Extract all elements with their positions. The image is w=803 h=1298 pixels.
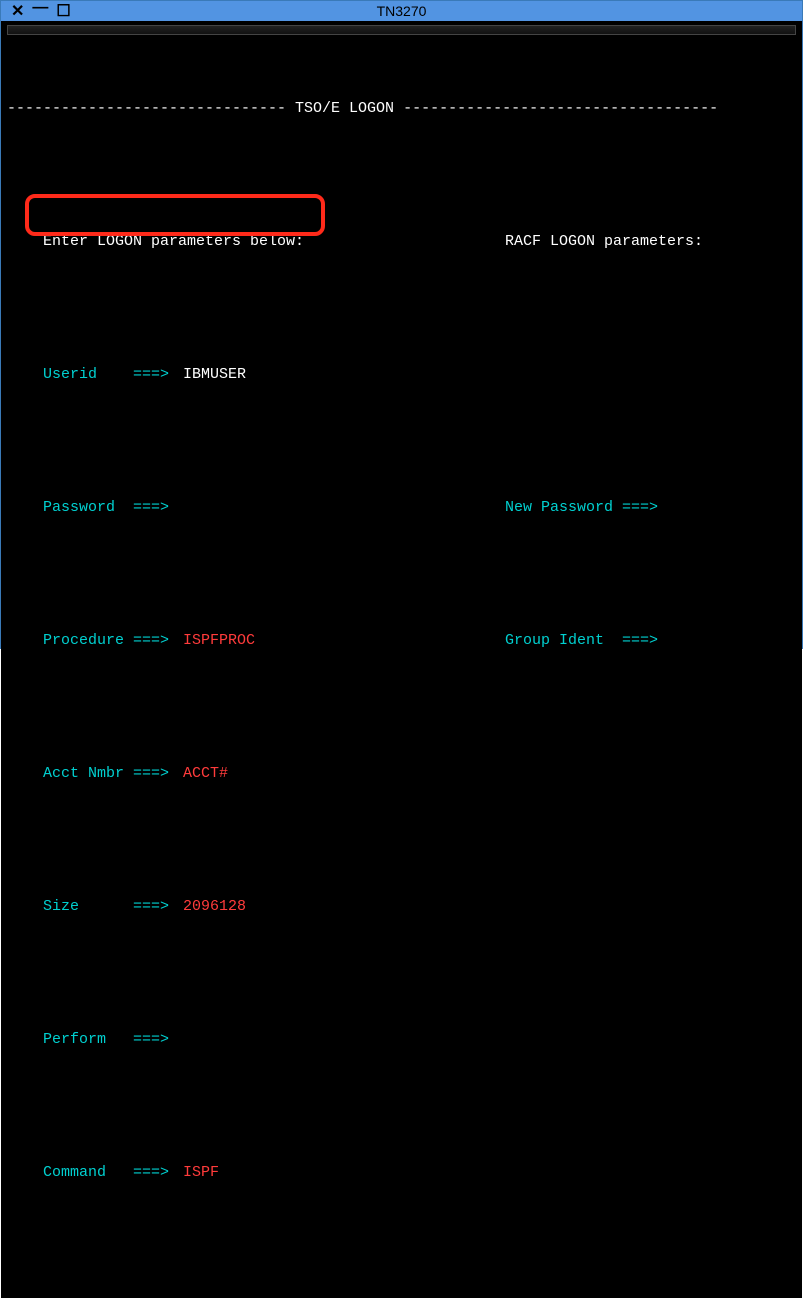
minimize-icon[interactable]: — <box>32 0 48 17</box>
arrow-icon: ===> <box>133 1032 183 1054</box>
tso-logon-screen[interactable]: ------------------------------- TSO/E LO… <box>7 37 796 1298</box>
group-ident-label: Group Ident <box>505 632 604 649</box>
arrow-icon: ===> <box>133 633 183 655</box>
racf-params-label: RACF LOGON parameters: <box>505 234 703 249</box>
arrow-icon: ===> <box>133 500 183 522</box>
enter-params-label: Enter LOGON parameters below: <box>43 234 304 256</box>
password-label: Password <box>43 500 133 522</box>
perform-label: Perform <box>43 1032 133 1054</box>
size-field[interactable]: 2096128 <box>183 899 246 921</box>
acct-label: Acct Nmbr <box>43 766 133 788</box>
arrow-icon: ===> <box>622 632 658 649</box>
scrollbar[interactable] <box>7 23 796 35</box>
procedure-label: Procedure <box>43 633 133 655</box>
command-label: Command <box>43 1165 133 1187</box>
procedure-field[interactable]: ISPFPROC <box>183 633 255 655</box>
header-dash-left: ------------------------------- <box>7 101 295 123</box>
password-highlight <box>25 194 325 236</box>
close-icon[interactable]: ✕ <box>11 1 24 21</box>
arrow-icon: ===> <box>133 367 183 389</box>
arrow-icon: ===> <box>133 899 183 921</box>
arrow-icon: ===> <box>622 499 658 516</box>
size-label: Size <box>43 899 133 921</box>
maximize-icon[interactable]: ☐ <box>56 1 70 21</box>
screen-title: TSO/E LOGON <box>295 101 394 123</box>
arrow-icon: ===> <box>133 766 183 788</box>
new-password-label: New Password <box>505 499 613 516</box>
window-title: TN3270 <box>1 3 802 19</box>
userid-label: Userid <box>43 367 133 389</box>
command-field[interactable]: ISPF <box>183 1165 219 1187</box>
terminal-area: ------------------------------- TSO/E LO… <box>1 21 802 1298</box>
titlebar: ✕ — ☐ TN3270 <box>1 1 802 21</box>
app-window: ✕ — ☐ TN3270 ---------------------------… <box>0 0 803 649</box>
arrow-icon: ===> <box>133 1165 183 1187</box>
header-dash-right: ----------------------------------- <box>394 101 718 123</box>
acct-field[interactable]: ACCT# <box>183 766 228 788</box>
userid-field[interactable]: IBMUSER <box>183 367 246 389</box>
